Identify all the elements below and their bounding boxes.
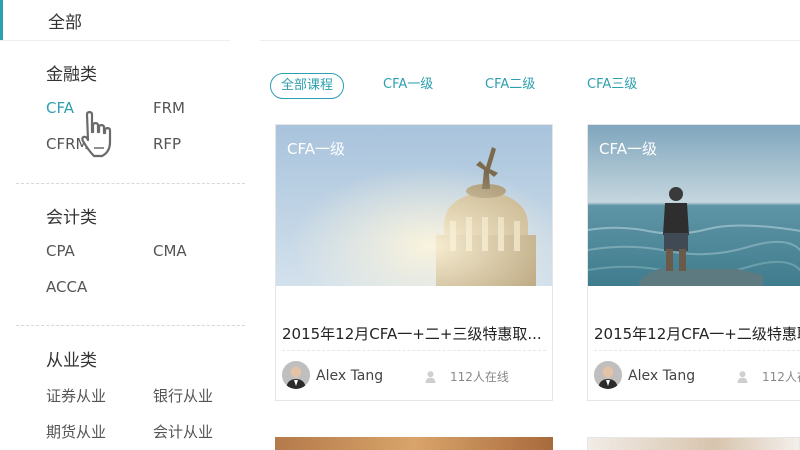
category-item-acca[interactable]: ACCA bbox=[46, 278, 87, 296]
tab-cfa-level-1[interactable]: CFA一级 bbox=[383, 73, 433, 99]
category-item-accounting-practice[interactable]: 会计从业 bbox=[153, 421, 213, 442]
sidebar-all-label: 全部 bbox=[48, 13, 82, 33]
online-count: 112人在 bbox=[762, 370, 800, 384]
category-item-securities[interactable]: 证券从业 bbox=[46, 385, 106, 406]
course-card[interactable]: CFA一级 2015年12月CFA一+二级特惠取 Alex Tang 112人在 bbox=[587, 124, 800, 401]
category-item-rfp[interactable]: RFP bbox=[153, 135, 181, 153]
course-level-badge: CFA一级 bbox=[599, 140, 657, 158]
course-card-partial[interactable] bbox=[587, 437, 800, 450]
category-item-cpa[interactable]: CPA bbox=[46, 242, 75, 260]
teacher-name[interactable]: Alex Tang bbox=[316, 368, 383, 384]
category-sidebar: 全部 金融类 CFA FRM CFRM RFP 会计类 CPA CMA ACCA… bbox=[0, 0, 260, 450]
course-card-partial[interactable] bbox=[275, 437, 553, 450]
person-icon bbox=[425, 371, 436, 383]
tab-all-courses[interactable]: 全部课程 bbox=[270, 73, 345, 99]
category-title-practitioner: 从业类 bbox=[46, 351, 97, 371]
person-icon bbox=[737, 371, 748, 383]
course-level-badge: CFA一级 bbox=[287, 140, 345, 158]
category-item-futures[interactable]: 期货从业 bbox=[46, 421, 106, 442]
category-divider bbox=[16, 183, 245, 184]
course-cover-image: CFA一级 bbox=[588, 125, 800, 286]
category-item-frm[interactable]: FRM bbox=[153, 99, 185, 117]
course-title[interactable]: 2015年12月CFA一+二+三级特惠取... bbox=[282, 323, 542, 344]
tab-cfa-level-2[interactable]: CFA二级 bbox=[485, 73, 535, 99]
header-divider bbox=[260, 40, 800, 41]
category-divider bbox=[16, 325, 245, 326]
avatar bbox=[282, 361, 310, 389]
card-divider bbox=[594, 350, 800, 351]
avatar bbox=[594, 361, 622, 389]
category-item-cfa[interactable]: CFA bbox=[46, 99, 74, 117]
teacher-name[interactable]: Alex Tang bbox=[628, 368, 695, 384]
course-cover-image: CFA一级 bbox=[276, 125, 552, 286]
hand-pointer-icon bbox=[81, 111, 112, 158]
category-item-cma[interactable]: CMA bbox=[153, 242, 187, 260]
course-card[interactable]: CFA一级 2015年12月CFA一+二+三级特惠取... Alex Tang … bbox=[275, 124, 553, 401]
tab-cfa-level-3[interactable]: CFA三级 bbox=[587, 73, 637, 99]
category-item-banking[interactable]: 银行从业 bbox=[153, 385, 213, 406]
sidebar-all-item[interactable]: 全部 bbox=[0, 0, 230, 40]
category-title-finance: 金融类 bbox=[46, 65, 97, 85]
course-title[interactable]: 2015年12月CFA一+二级特惠取 bbox=[594, 323, 800, 344]
card-divider bbox=[282, 350, 546, 351]
sidebar-top-divider bbox=[0, 40, 230, 41]
category-title-accounting: 会计类 bbox=[46, 208, 97, 228]
online-count: 112人在线 bbox=[450, 370, 509, 384]
